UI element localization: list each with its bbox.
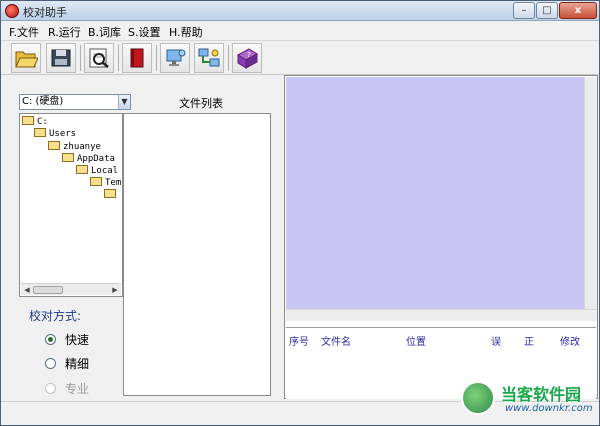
folder-icon bbox=[48, 141, 60, 150]
title-bar: 校对助手 – □ x bbox=[1, 1, 599, 21]
watermark-brand: 当客软件园 bbox=[501, 385, 582, 404]
menu-bar: F.文件 R.运行 B.词库 S.设置 H.帮助 bbox=[1, 21, 599, 40]
watermark-logo-icon bbox=[461, 381, 495, 415]
text-preview-area[interactable] bbox=[286, 77, 584, 309]
col-header-filename[interactable]: 文件名 bbox=[321, 333, 351, 348]
search-document-icon bbox=[89, 48, 109, 68]
folder-icon bbox=[76, 165, 88, 174]
preview-vertical-scrollbar[interactable] bbox=[584, 77, 597, 309]
folder-icon bbox=[62, 153, 74, 162]
check-button[interactable] bbox=[84, 43, 114, 73]
folder-icon bbox=[34, 128, 46, 137]
folder-tree[interactable]: C: Users zhuanye AppData Local Tem ◀ ▶ bbox=[19, 113, 123, 297]
tree-item[interactable]: zhuanye bbox=[48, 141, 101, 153]
file-list[interactable] bbox=[123, 113, 271, 396]
network-connection-icon bbox=[198, 48, 220, 67]
tree-horizontal-scrollbar[interactable]: ◀ ▶ bbox=[21, 283, 121, 295]
maximize-button[interactable]: □ bbox=[536, 2, 558, 19]
menu-help[interactable]: H.帮助 bbox=[169, 24, 203, 40]
toolbar-separator bbox=[118, 45, 119, 71]
network-computer-icon bbox=[166, 49, 186, 66]
menu-file[interactable]: F.文件 bbox=[9, 24, 39, 40]
network-button[interactable] bbox=[160, 43, 190, 73]
col-header-modify[interactable]: 修改 bbox=[560, 333, 580, 348]
connection-button[interactable] bbox=[194, 43, 224, 73]
mode-fast-radio[interactable]: 快速 bbox=[45, 331, 89, 348]
help-button[interactable]: ? bbox=[232, 43, 262, 73]
file-list-title: 文件列表 bbox=[179, 97, 223, 110]
mode-fine-label: 精细 bbox=[65, 357, 90, 371]
mode-fast-label: 快速 bbox=[65, 333, 90, 347]
folder-icon bbox=[104, 189, 116, 198]
tree-item[interactable]: Local bbox=[76, 165, 118, 177]
toolbar-separator bbox=[156, 45, 157, 71]
left-pane: C: (硬盘) ▼ 文件列表 C: Users zhuanye AppData … bbox=[9, 85, 281, 397]
right-pane: 序号 文件名 位置 误 正 修改 bbox=[284, 75, 598, 399]
floppy-disk-icon bbox=[51, 49, 71, 67]
watermark: 当客软件园 www.downkr.com bbox=[453, 377, 599, 425]
tree-item[interactable]: AppData bbox=[62, 153, 115, 165]
mode-pro-label: 专业 bbox=[65, 382, 90, 396]
drive-select[interactable]: C: (硬盘) ▼ bbox=[19, 94, 131, 110]
help-book-icon: ? bbox=[237, 48, 258, 69]
save-button[interactable] bbox=[46, 43, 76, 73]
folder-icon bbox=[90, 177, 102, 186]
minimize-button[interactable]: – bbox=[513, 2, 535, 19]
scroll-left-icon[interactable]: ◀ bbox=[22, 285, 32, 295]
tree-item[interactable]: Users bbox=[34, 128, 76, 140]
toolbar-separator bbox=[228, 45, 229, 71]
tree-item[interactable]: C: bbox=[22, 116, 48, 128]
svg-text:?: ? bbox=[247, 51, 251, 59]
red-book-icon bbox=[130, 48, 144, 68]
mode-pro-radio: 专业 bbox=[45, 380, 89, 397]
toolbar-separator bbox=[80, 45, 81, 71]
window-title: 校对助手 bbox=[23, 6, 67, 19]
radio-checked-icon[interactable] bbox=[45, 334, 56, 345]
open-folder-icon bbox=[15, 51, 38, 68]
col-header-position[interactable]: 位置 bbox=[406, 333, 426, 348]
col-header-wrong[interactable]: 误 bbox=[491, 333, 501, 348]
scroll-right-icon[interactable]: ▶ bbox=[110, 285, 120, 295]
mode-fine-radio[interactable]: 精细 bbox=[45, 355, 89, 372]
app-icon bbox=[5, 4, 19, 18]
menu-run[interactable]: R.运行 bbox=[48, 24, 81, 40]
open-button[interactable] bbox=[11, 43, 41, 73]
col-header-correct[interactable]: 正 bbox=[524, 333, 534, 348]
drive-select-value: C: (硬盘) bbox=[22, 96, 64, 107]
app-window: 校对助手 – □ x F.文件 R.运行 B.词库 S.设置 H.帮助 ? C:… bbox=[0, 0, 600, 426]
close-button[interactable]: x bbox=[559, 2, 597, 19]
radio-disabled-icon bbox=[45, 383, 56, 394]
menu-settings[interactable]: S.设置 bbox=[128, 24, 160, 40]
col-header-index[interactable]: 序号 bbox=[289, 333, 309, 348]
tree-item[interactable] bbox=[104, 189, 119, 201]
tree-item[interactable]: Tem bbox=[90, 177, 121, 189]
preview-horizontal-scrollbar[interactable] bbox=[286, 309, 597, 321]
folder-icon bbox=[22, 116, 34, 125]
check-mode-label: 校对方式: bbox=[29, 309, 82, 323]
lexicon-button[interactable] bbox=[122, 43, 152, 73]
radio-icon[interactable] bbox=[45, 358, 56, 369]
chevron-down-icon[interactable]: ▼ bbox=[118, 95, 130, 109]
watermark-url: www.downkr.com bbox=[505, 403, 593, 414]
toolbar: ? bbox=[1, 40, 599, 75]
scroll-thumb[interactable] bbox=[33, 286, 63, 294]
menu-lexicon[interactable]: B.词库 bbox=[88, 24, 121, 40]
